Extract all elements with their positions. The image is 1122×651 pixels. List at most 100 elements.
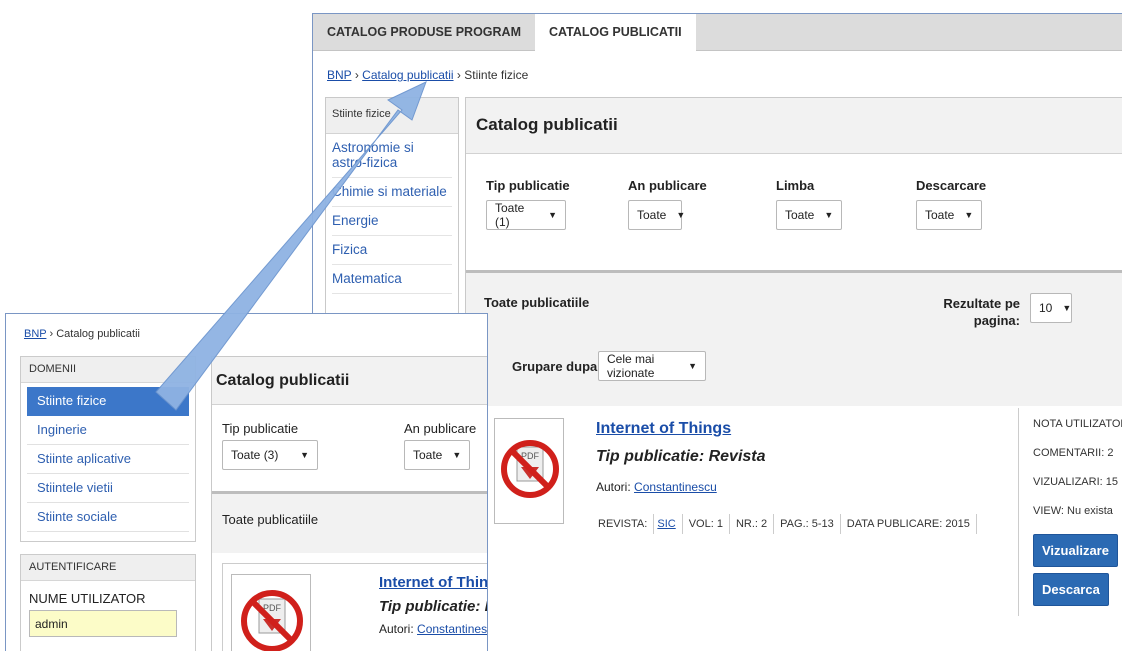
descarcare-select[interactable]: Toate ▼ (916, 200, 982, 230)
publication-authors: Autori: Constantinescu (596, 480, 717, 494)
sidebar-item-fizica[interactable]: Fizica (332, 236, 452, 265)
login-header: AUTENTIFICARE (21, 555, 195, 581)
catalog-main-panel: Catalog publicatii Tip publicatie Toate … (465, 97, 1122, 651)
breadcrumb: BNP › Catalog publicatii (24, 328, 140, 340)
pdf-icon[interactable]: PDF (231, 574, 311, 651)
breadcrumb-home-link[interactable]: BNP (24, 328, 46, 340)
catalog-main-panel: Catalog publicatii Tip publicatie Toate … (211, 356, 487, 651)
publication-title-link[interactable]: Internet of Things (596, 420, 731, 438)
results-toolbar: Toate publicatiile Rezultate pe pagina: … (466, 270, 1122, 406)
filter-label: An publicare (628, 178, 707, 193)
filter-tip-publicatie: Tip publicatie Toate (3) ▼ (222, 421, 318, 470)
breadcrumb-separator: › (354, 68, 359, 82)
an-publicare-select[interactable]: Toate ▼ (404, 440, 470, 470)
filter-an-publicare: An publicare Toate ▼ (404, 421, 476, 470)
select-value: Toate (1) (495, 201, 525, 229)
username-label: NUME UTILIZATOR (29, 591, 146, 606)
filter-label: Tip publicatie (222, 421, 299, 436)
chevron-down-icon: ▼ (824, 210, 834, 220)
chevron-down-icon: ▼ (548, 210, 557, 220)
limba-select[interactable]: Toate ▼ (776, 200, 842, 230)
breadcrumb-home-link[interactable]: BNP (327, 68, 351, 82)
sidebar-item-stiinte-aplicative[interactable]: Stiinte aplicative (27, 445, 189, 474)
sidebar-item-energie[interactable]: Energie (332, 207, 452, 236)
view-button[interactable]: Vizualizare (1033, 534, 1118, 567)
sidebar-item-stiinte-sociale[interactable]: Stiinte sociale (27, 503, 189, 532)
filter-bar: Tip publicatie Toate (1) ▼ An publicare T… (486, 178, 1122, 238)
sidebar-item-stiintele-vietii[interactable]: Stiintele vietii (27, 474, 189, 503)
an-publicare-select[interactable]: Toate ▼ (628, 200, 686, 230)
publication-type: Tip publicatie: Revista (379, 598, 487, 615)
results-toolbar: Toate publicatiile (212, 491, 487, 553)
sidebar-item-chimie[interactable]: Chimie si materiale (332, 178, 452, 207)
meta-pag: PAG.: 5-13 (774, 514, 841, 534)
revista-link[interactable]: SIC (657, 518, 675, 530)
domains-header: DOMENII (21, 357, 195, 383)
sidebar-item-matematica[interactable]: Matematica (332, 265, 452, 294)
filter-label: Limba (776, 178, 815, 193)
stat-comentarii: COMENTARII: 2 (1033, 447, 1114, 459)
domains-sidebar: DOMENII Stiinte fizice Inginerie Stiinte… (20, 356, 196, 542)
stat-vizualizari: VIZUALIZARI: 15 (1033, 476, 1118, 488)
tab-catalog-publicatii[interactable]: CATALOG PUBLICATII (534, 14, 696, 52)
sidebar-item-stiinte-fizice[interactable]: Stiinte fizice (27, 387, 189, 416)
meta-nr: NR.: 2 (730, 514, 775, 534)
chevron-down-icon: ▼ (964, 210, 974, 220)
subdomain-sidebar: Stiinte fizice Astronomie si astro-fizic… (325, 97, 459, 337)
author-link[interactable]: Constantinescu (417, 622, 487, 636)
filter-label: Descarcare (916, 178, 987, 193)
filter-descarcare: Descarcare Toate ▼ (916, 178, 986, 230)
meta-vol: VOL: 1 (683, 514, 730, 534)
publication-item: PDF Internet of Things Tip publicatie: R… (486, 408, 1122, 618)
results-per-page-label: Rezultate pe pagina: (943, 296, 1020, 328)
tab-bar: CATALOG PRODUSE PROGRAM CATALOG PUBLICAT… (313, 14, 1122, 52)
page-title: Catalog publicatii (212, 357, 487, 405)
filter-label: An publicare (404, 421, 477, 436)
breadcrumb-separator: › (456, 68, 461, 82)
publication-stats: NOTA UTILIZATOR COMENTARII: 2 VIZUALIZAR… (1018, 408, 1122, 616)
breadcrumb-catalog-link[interactable]: Catalog publicatii (362, 68, 453, 82)
group-by-label: Grupare dupa: (512, 359, 602, 374)
select-value: Toate (925, 208, 955, 222)
select-value: Toate (637, 208, 667, 222)
breadcrumb: BNP › Catalog publicatii › Stiinte fizic… (327, 68, 528, 82)
filter-an-publicare: An publicare Toate ▼ (628, 178, 707, 230)
sidebar-item-inginerie[interactable]: Inginerie (27, 416, 189, 445)
publication-authors: Autori: Constantinescu (379, 622, 487, 636)
meta-revista-label: REVISTA: (592, 514, 655, 534)
login-box: AUTENTIFICARE NUME UTILIZATOR admin (20, 554, 196, 651)
download-button[interactable]: Descarca (1033, 573, 1109, 606)
publication-meta: REVISTA: SIC VOL: 1 NR.: 2 PAG.: 5-13 DA… (586, 514, 977, 534)
publication-title-link[interactable]: Internet of Things (379, 574, 487, 591)
tab-catalog-produse-program[interactable]: CATALOG PRODUSE PROGRAM (313, 14, 535, 50)
chevron-down-icon: ▼ (1062, 303, 1072, 313)
stat-view: VIEW: Nu exista (1033, 505, 1113, 517)
stat-nota-utilizator: NOTA UTILIZATOR (1033, 418, 1122, 430)
group-by-select[interactable]: Cele mai vizionate ▼ (598, 351, 706, 381)
meta-data-publicare: DATA PUBLICARE: 2015 (841, 514, 977, 534)
results-per-page-select[interactable]: 10 ▼ (1030, 293, 1072, 323)
all-publications-label: Toate publicatiile (484, 295, 590, 310)
filter-label: Tip publicatie (486, 178, 570, 193)
chevron-down-icon: ▼ (300, 450, 309, 460)
chevron-down-icon: ▼ (452, 450, 462, 460)
select-value: Toate (785, 208, 815, 222)
author-link[interactable]: Constantinescu (634, 480, 717, 494)
username-input[interactable]: admin (29, 610, 177, 637)
publication-type: Tip publicatie: Revista (596, 448, 766, 465)
sidebar-header: Stiinte fizice (326, 98, 458, 134)
pdf-icon[interactable]: PDF (494, 418, 564, 524)
all-publications-label: Toate publicatiile (222, 512, 319, 527)
publication-item: PDF Internet of Things Tip publicatie: R… (222, 563, 487, 651)
chevron-down-icon: ▼ (676, 210, 686, 220)
breadcrumb-current: Catalog publicatii (56, 328, 140, 340)
meta-revista: REVISTA: SIC (586, 514, 683, 534)
page-title: Catalog publicatii (466, 98, 1122, 154)
tip-publicatie-select[interactable]: Toate (1) ▼ (486, 200, 566, 230)
catalog-window-front: BNP › Catalog publicatii DOMENII Stiinte… (5, 313, 488, 651)
breadcrumb-current: Stiinte fizice (464, 68, 529, 82)
breadcrumb-separator: › (49, 328, 54, 340)
tip-publicatie-select[interactable]: Toate (3) ▼ (222, 440, 318, 470)
sidebar-item-astronomie[interactable]: Astronomie si astro-fizica (332, 134, 452, 178)
authors-label: Autori: (379, 622, 414, 636)
